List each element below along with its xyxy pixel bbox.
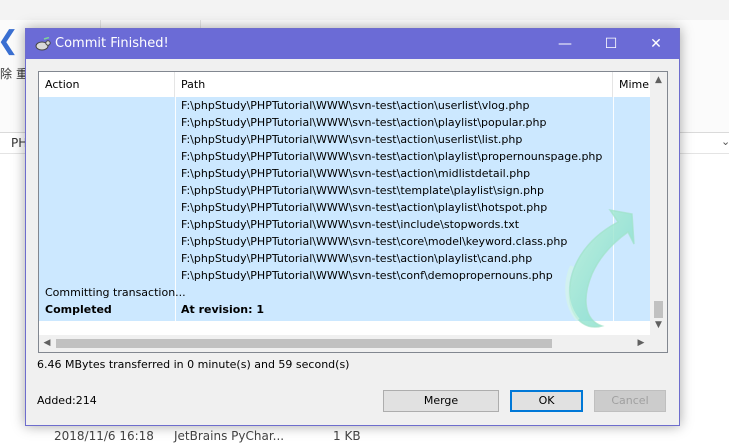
scroll-left-arrow-icon[interactable]: ◀ <box>39 335 55 352</box>
ribbon-side-label: 除 <box>0 67 13 81</box>
list-row[interactable]: F:\phpStudy\PHPTutorial\WWW\svn-test\act… <box>39 148 650 165</box>
row-path: F:\phpStudy\PHPTutorial\WWW\svn-test\tem… <box>181 184 545 197</box>
explorer-titlebar <box>0 0 729 21</box>
horizontal-scroll-thumb[interactable] <box>56 339 552 348</box>
column-header-mime-type[interactable]: Mime t <box>613 72 650 97</box>
file-size: 1 KB <box>333 429 361 443</box>
vertical-scroll-thumb[interactable] <box>654 301 663 318</box>
back-arrow-icon[interactable]: ❮ <box>0 26 19 56</box>
chevron-down-icon[interactable]: ⌄ <box>721 135 729 148</box>
row-action: Committing transaction... <box>45 286 186 299</box>
refresh-arrow-watermark-icon <box>565 208 635 328</box>
row-path: At revision: 1 <box>181 303 265 316</box>
file-date: 2018/11/6 16:18 <box>54 429 154 443</box>
row-path: F:\phpStudy\PHPTutorial\WWW\svn-test\act… <box>181 116 547 129</box>
scroll-down-arrow-icon[interactable]: ▼ <box>650 317 667 333</box>
row-action: Completed <box>45 303 112 316</box>
list-header: Action Path Mime t <box>39 72 650 98</box>
row-path: F:\phpStudy\PHPTutorial\WWW\svn-test\act… <box>181 150 603 163</box>
row-path: F:\phpStudy\PHPTutorial\WWW\svn-test\act… <box>181 133 523 146</box>
maximize-button[interactable]: ☐ <box>588 29 634 59</box>
merge-button[interactable]: Merge <box>383 390 499 412</box>
file-app: JetBrains PyChar... <box>174 429 285 443</box>
row-path: F:\phpStudy\PHPTutorial\WWW\svn-test\act… <box>181 99 530 112</box>
scroll-up-arrow-icon[interactable]: ▲ <box>650 72 667 88</box>
row-path: F:\phpStudy\PHPTutorial\WWW\svn-test\cor… <box>181 235 568 248</box>
scroll-right-arrow-icon[interactable]: ▶ <box>633 335 649 352</box>
dialog-titlebar[interactable]: Commit Finished! — ☐ ✕ <box>26 29 679 59</box>
row-path: F:\phpStudy\PHPTutorial\WWW\svn-test\con… <box>181 269 553 282</box>
cancel-button[interactable]: Cancel <box>594 390 666 412</box>
horizontal-scrollbar[interactable]: ◀ ▶ <box>39 335 650 352</box>
row-path: F:\phpStudy\PHPTutorial\WWW\svn-test\act… <box>181 201 548 214</box>
column-header-path[interactable]: Path <box>175 72 613 97</box>
list-row[interactable]: F:\phpStudy\PHPTutorial\WWW\svn-test\act… <box>39 97 650 114</box>
close-button[interactable]: ✕ <box>633 29 679 59</box>
vertical-scrollbar[interactable]: ▲ ▼ <box>650 72 667 335</box>
list-row[interactable]: F:\phpStudy\PHPTutorial\WWW\svn-test\act… <box>39 131 650 148</box>
added-count-text: Added:214 <box>37 394 97 407</box>
list-row[interactable]: F:\phpStudy\PHPTutorial\WWW\svn-test\act… <box>39 114 650 131</box>
minimize-button[interactable]: — <box>542 29 588 59</box>
scrollbar-corner <box>650 335 667 352</box>
row-path: F:\phpStudy\PHPTutorial\WWW\svn-test\act… <box>181 167 531 180</box>
dialog-title: Commit Finished! <box>55 36 169 51</box>
column-divider <box>175 97 176 331</box>
row-path: F:\phpStudy\PHPTutorial\WWW\svn-test\inc… <box>181 218 520 231</box>
commit-finished-dialog: Commit Finished! — ☐ ✕ Action Path Mime … <box>25 28 680 426</box>
tortoise-app-icon <box>35 37 51 51</box>
ok-button[interactable]: OK <box>510 390 583 412</box>
column-header-action[interactable]: Action <box>39 72 175 97</box>
transfer-status-text: 6.46 MBytes transferred in 0 minute(s) a… <box>37 358 350 371</box>
row-path: F:\phpStudy\PHPTutorial\WWW\svn-test\act… <box>181 252 533 265</box>
